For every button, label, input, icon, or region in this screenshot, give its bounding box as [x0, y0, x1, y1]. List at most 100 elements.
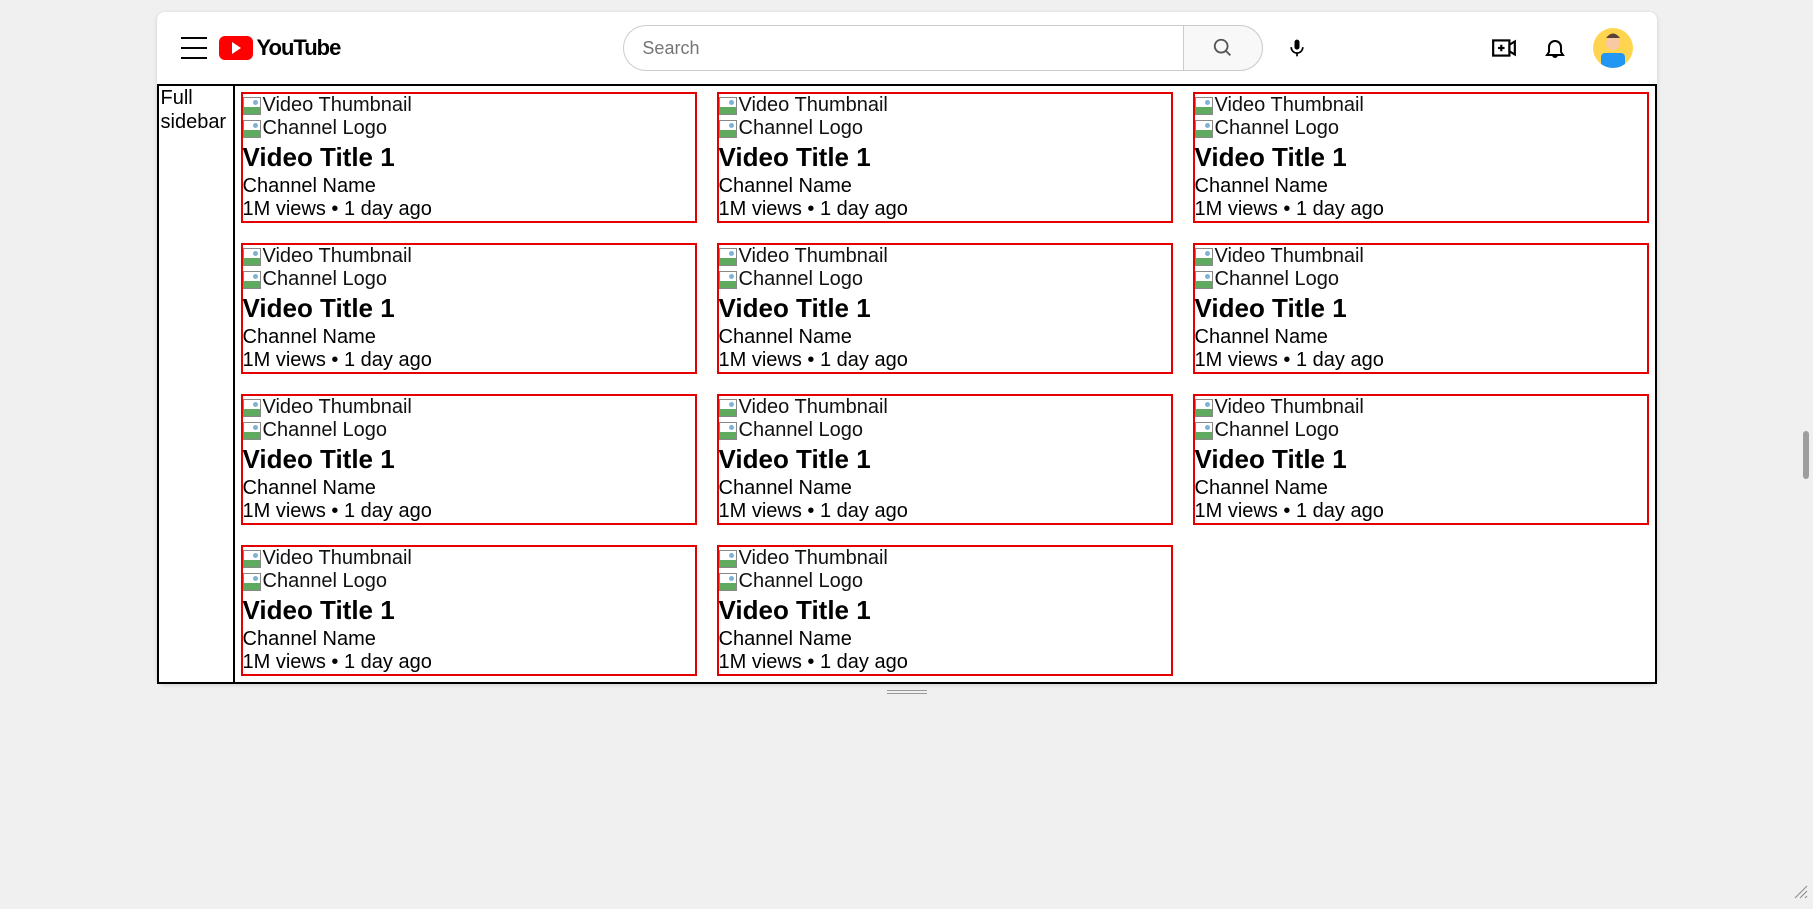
video-card[interactable]: Video ThumbnailChannel LogoVideo Title 1… [717, 92, 1173, 223]
create-icon [1491, 35, 1517, 61]
channel-name[interactable]: Channel Name [719, 175, 1171, 198]
broken-image-icon [1195, 120, 1213, 138]
video-thumbnail[interactable]: Video Thumbnail [1195, 94, 1647, 117]
channel-name[interactable]: Channel Name [243, 326, 695, 349]
video-title[interactable]: Video Title 1 [719, 293, 1171, 324]
bell-icon [1543, 36, 1567, 60]
broken-image-icon [243, 399, 261, 417]
video-thumbnail[interactable]: Video Thumbnail [243, 245, 695, 268]
channel-name[interactable]: Channel Name [1195, 477, 1647, 500]
video-thumbnail[interactable]: Video Thumbnail [243, 547, 695, 570]
channel-logo[interactable]: Channel Logo [1195, 419, 1647, 442]
video-meta: 1M views • 1 day ago [1195, 349, 1647, 372]
thumbnail-alt: Video Thumbnail [263, 94, 412, 117]
channel-logo[interactable]: Channel Logo [719, 117, 1171, 140]
broken-image-icon [1195, 399, 1213, 417]
channel-logo-alt: Channel Logo [739, 117, 864, 140]
header-left: YouTube [181, 35, 341, 61]
video-thumbnail[interactable]: Video Thumbnail [719, 94, 1171, 117]
video-thumbnail[interactable]: Video Thumbnail [1195, 396, 1647, 419]
search-bar [623, 25, 1263, 71]
video-meta: 1M views • 1 day ago [719, 651, 1171, 674]
video-card[interactable]: Video ThumbnailChannel LogoVideo Title 1… [1193, 394, 1649, 525]
video-title[interactable]: Video Title 1 [1195, 444, 1647, 475]
channel-logo[interactable]: Channel Logo [243, 268, 695, 291]
video-card[interactable]: Video ThumbnailChannel LogoVideo Title 1… [1193, 243, 1649, 374]
channel-name[interactable]: Channel Name [243, 175, 695, 198]
video-thumbnail[interactable]: Video Thumbnail [719, 547, 1171, 570]
youtube-logo[interactable]: YouTube [219, 35, 341, 61]
video-card[interactable]: Video ThumbnailChannel LogoVideo Title 1… [241, 394, 697, 525]
channel-logo[interactable]: Channel Logo [719, 419, 1171, 442]
video-meta: 1M views • 1 day ago [243, 349, 695, 372]
channel-name[interactable]: Channel Name [1195, 326, 1647, 349]
broken-image-icon [243, 422, 261, 440]
thumbnail-alt: Video Thumbnail [739, 94, 888, 117]
channel-logo-alt: Channel Logo [1215, 117, 1340, 140]
channel-logo[interactable]: Channel Logo [243, 117, 695, 140]
mic-button[interactable] [1287, 37, 1307, 59]
thumbnail-alt: Video Thumbnail [263, 396, 412, 419]
video-title[interactable]: Video Title 1 [719, 444, 1171, 475]
channel-name[interactable]: Channel Name [243, 477, 695, 500]
resize-handle[interactable] [1793, 884, 1809, 905]
thumbnail-alt: Video Thumbnail [1215, 94, 1364, 117]
video-grid: Video ThumbnailChannel LogoVideo Title 1… [235, 86, 1655, 682]
broken-image-icon [243, 573, 261, 591]
video-title[interactable]: Video Title 1 [719, 142, 1171, 173]
video-thumbnail[interactable]: Video Thumbnail [243, 396, 695, 419]
video-card[interactable]: Video ThumbnailChannel LogoVideo Title 1… [241, 243, 697, 374]
avatar-button[interactable] [1593, 28, 1633, 68]
channel-logo[interactable]: Channel Logo [1195, 117, 1647, 140]
channel-name[interactable]: Channel Name [243, 628, 695, 651]
channel-logo[interactable]: Channel Logo [1195, 268, 1647, 291]
channel-logo[interactable]: Channel Logo [243, 419, 695, 442]
scrollbar-thumb[interactable] [1803, 431, 1809, 479]
mic-icon [1287, 37, 1307, 59]
video-card[interactable]: Video ThumbnailChannel LogoVideo Title 1… [717, 545, 1173, 676]
video-title[interactable]: Video Title 1 [243, 142, 695, 173]
video-card[interactable]: Video ThumbnailChannel LogoVideo Title 1… [241, 545, 697, 676]
broken-image-icon [719, 271, 737, 289]
create-button[interactable] [1491, 35, 1517, 61]
video-title[interactable]: Video Title 1 [243, 293, 695, 324]
video-title[interactable]: Video Title 1 [719, 595, 1171, 626]
search-input[interactable] [623, 25, 1183, 71]
channel-name[interactable]: Channel Name [719, 477, 1171, 500]
video-meta: 1M views • 1 day ago [719, 349, 1171, 372]
video-title[interactable]: Video Title 1 [1195, 293, 1647, 324]
header: YouTube [157, 12, 1657, 84]
channel-logo-alt: Channel Logo [263, 268, 388, 291]
video-card[interactable]: Video ThumbnailChannel LogoVideo Title 1… [717, 394, 1173, 525]
video-title[interactable]: Video Title 1 [1195, 142, 1647, 173]
video-card[interactable]: Video ThumbnailChannel LogoVideo Title 1… [1193, 92, 1649, 223]
video-thumbnail[interactable]: Video Thumbnail [719, 396, 1171, 419]
app-frame: YouTube [157, 12, 1657, 684]
video-thumbnail[interactable]: Video Thumbnail [243, 94, 695, 117]
video-card[interactable]: Video ThumbnailChannel LogoVideo Title 1… [717, 243, 1173, 374]
broken-image-icon [1195, 97, 1213, 115]
channel-logo[interactable]: Channel Logo [719, 570, 1171, 593]
horizontal-drag-handle[interactable] [887, 690, 927, 694]
channel-name[interactable]: Channel Name [719, 628, 1171, 651]
video-meta: 1M views • 1 day ago [243, 198, 695, 221]
video-thumbnail[interactable]: Video Thumbnail [719, 245, 1171, 268]
menu-icon[interactable] [181, 37, 207, 59]
broken-image-icon [243, 120, 261, 138]
broken-image-icon [719, 399, 737, 417]
video-title[interactable]: Video Title 1 [243, 595, 695, 626]
header-center [440, 25, 1490, 71]
notifications-button[interactable] [1543, 36, 1567, 60]
sidebar-label: Full sidebar [161, 87, 227, 133]
video-title[interactable]: Video Title 1 [243, 444, 695, 475]
broken-image-icon [719, 550, 737, 568]
search-button[interactable] [1183, 25, 1263, 71]
channel-name[interactable]: Channel Name [719, 326, 1171, 349]
channel-logo[interactable]: Channel Logo [719, 268, 1171, 291]
video-meta: 1M views • 1 day ago [243, 651, 695, 674]
video-card[interactable]: Video ThumbnailChannel LogoVideo Title 1… [241, 92, 697, 223]
channel-logo[interactable]: Channel Logo [243, 570, 695, 593]
video-thumbnail[interactable]: Video Thumbnail [1195, 245, 1647, 268]
channel-name[interactable]: Channel Name [1195, 175, 1647, 198]
broken-image-icon [243, 248, 261, 266]
